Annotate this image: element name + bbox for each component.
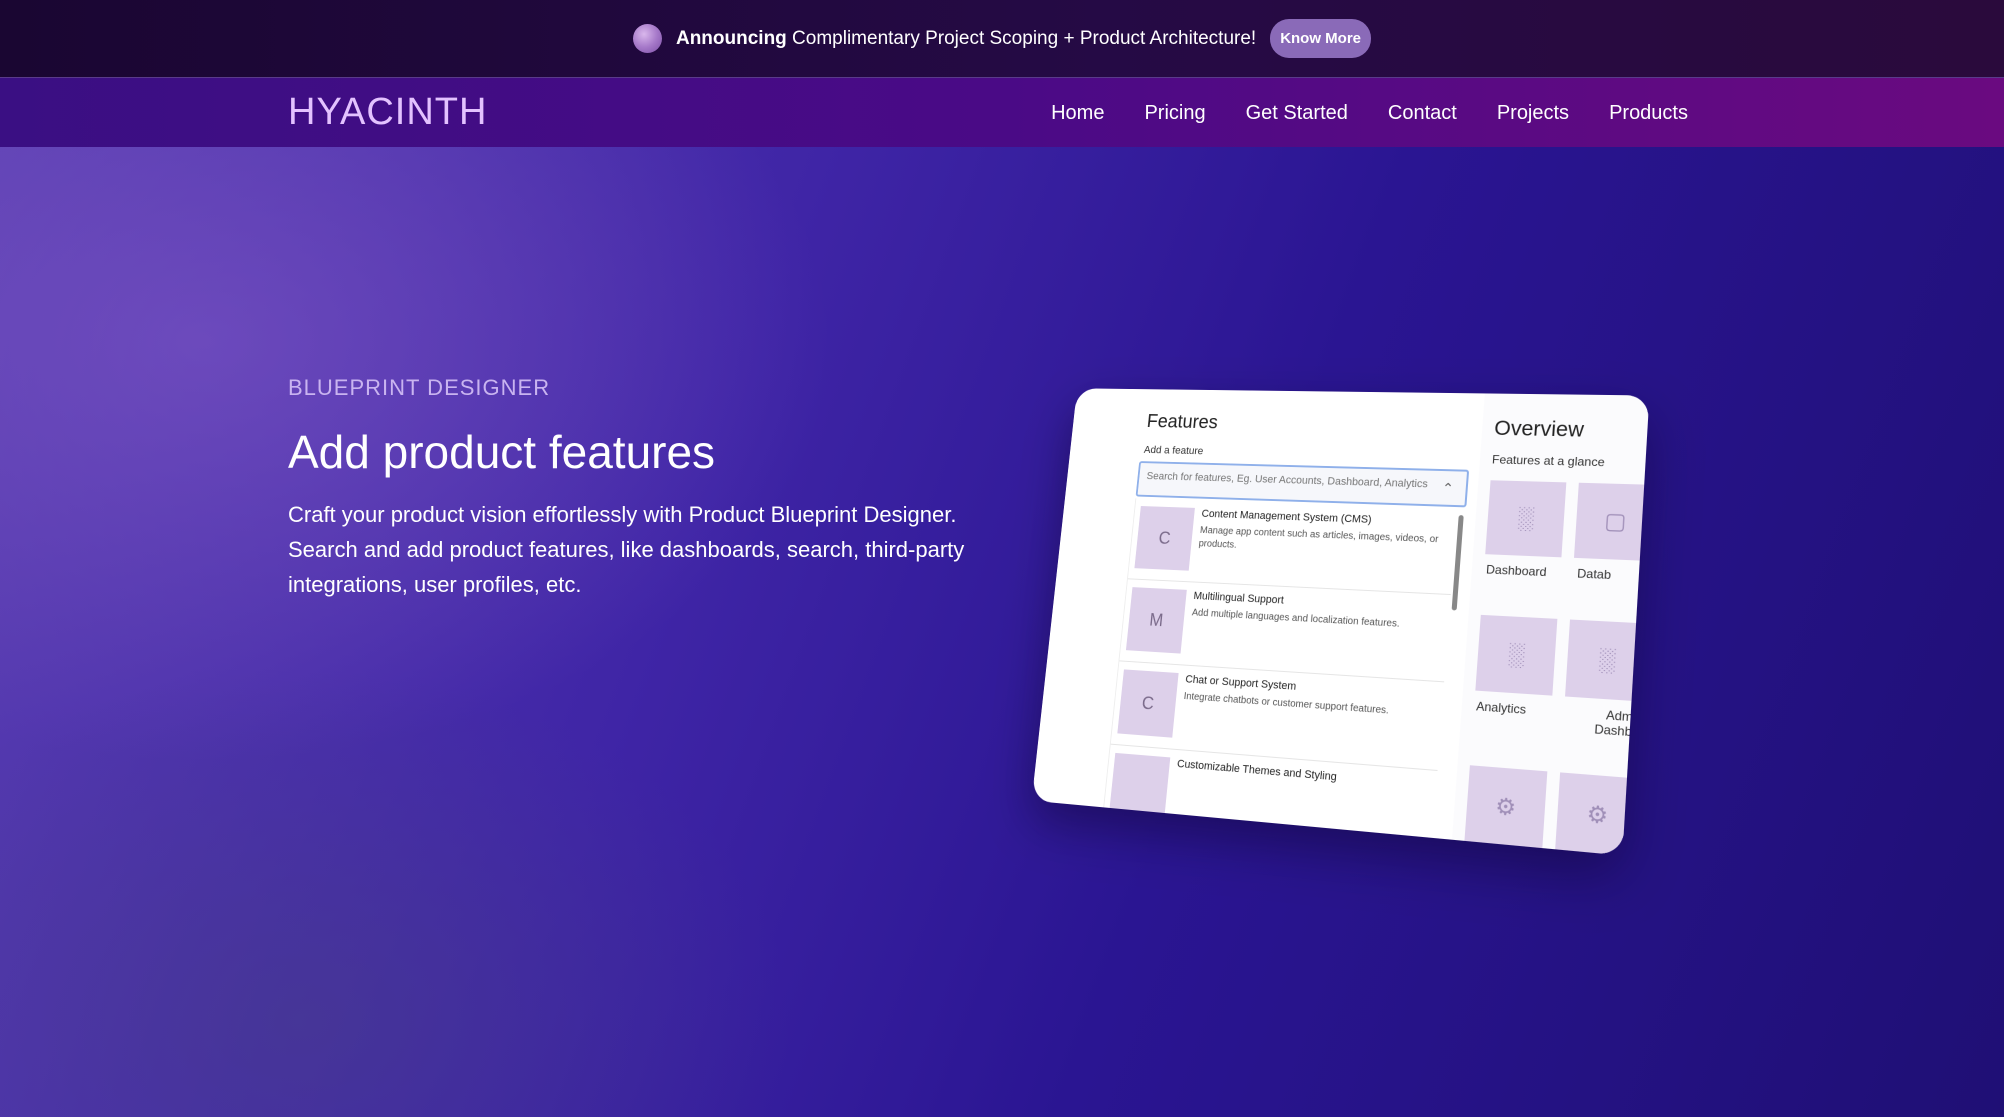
feature-thumbnail: C — [1117, 669, 1179, 738]
mockup-card: Features Add a feature ⌃ C Content Manag… — [1031, 388, 1650, 856]
sparkle-orb-icon — [632, 24, 662, 53]
nav-link-get-started[interactable]: Get Started — [1246, 102, 1348, 125]
bar-chart-icon[interactable]: ░ — [1475, 614, 1558, 696]
nav-link-products[interactable]: Products — [1609, 102, 1688, 125]
hero-eyebrow: BLUEPRINT DESIGNER — [288, 375, 551, 400]
announcement-bar: Announcing Complimentary Project Scoping… — [0, 0, 2004, 77]
nav-link-contact[interactable]: Contact — [1388, 102, 1457, 125]
nav-link-home[interactable]: Home — [1051, 102, 1104, 125]
announcement-text: Announcing Complimentary Project Scoping… — [675, 27, 1257, 49]
hero-title: Add product features — [288, 426, 716, 478]
feature-thumbnail: M — [1125, 587, 1187, 654]
feature-list: C Content Management System (CMS) Manage… — [1101, 498, 1462, 856]
gear-icon[interactable]: ⚙ — [1555, 772, 1641, 856]
overview-panel: Overview Features at a glance ░ Dashboar… — [1451, 393, 1650, 856]
hero-section: BLUEPRINT DESIGNER Add product features … — [0, 147, 2004, 1117]
overview-title: Overview — [1493, 417, 1585, 442]
feature-thumbnail: C — [1134, 506, 1195, 571]
features-panel: Features Add a feature ⌃ C Content Manag… — [1085, 389, 1485, 856]
bar-chart-icon[interactable]: ░ — [1565, 619, 1650, 702]
feature-description: Integrate chatbots or customer support f… — [1183, 691, 1390, 717]
feature-search-input[interactable] — [1146, 470, 1429, 491]
feature-name: Multilingual Support — [1193, 590, 1285, 607]
gear-icon[interactable]: ⚙ — [1464, 765, 1548, 851]
nav-link-pricing[interactable]: Pricing — [1144, 102, 1205, 125]
feature-name: Chat or Support System — [1184, 673, 1297, 693]
bar-chart-icon[interactable]: ░ — [1485, 480, 1567, 558]
feature-description: Add multiple languages and localization … — [1191, 607, 1401, 630]
tile-label: Analytics — [1475, 698, 1527, 717]
database-icon[interactable]: ▢ — [1573, 482, 1650, 562]
feature-name: Content Management System (CMS) — [1201, 508, 1373, 526]
feature-name: Customizable Themes and Styling — [1176, 758, 1338, 784]
main-navbar: HYACINTH Home Pricing Get Started Contac… — [0, 77, 2004, 147]
nav-links: Home Pricing Get Started Contact Project… — [1051, 78, 1688, 148]
feature-description: Manage app content such as articles, ima… — [1198, 525, 1439, 551]
features-title: Features — [1145, 411, 1219, 434]
tile-label: Datab — [1576, 566, 1612, 583]
nav-link-projects[interactable]: Projects — [1497, 102, 1569, 125]
overview-subtitle: Features at a glance — [1491, 452, 1606, 470]
add-feature-label: Add a feature — [1143, 444, 1204, 458]
list-item[interactable]: C Content Management System (CMS) Manage… — [1127, 498, 1458, 596]
logo[interactable]: HYACINTH — [288, 91, 487, 134]
feature-thumbnail — [1108, 752, 1171, 824]
chevron-up-icon[interactable]: ⌃ — [1441, 480, 1454, 497]
know-more-button[interactable]: Know More — [1270, 19, 1372, 58]
hero-description: Craft your product vision effortlessly w… — [288, 502, 965, 597]
tile-label: Adm Dashb — [1593, 707, 1634, 740]
product-mockup: Features Add a feature ⌃ C Content Manag… — [1010, 375, 1660, 856]
tile-label: Dashboard — [1485, 562, 1548, 580]
